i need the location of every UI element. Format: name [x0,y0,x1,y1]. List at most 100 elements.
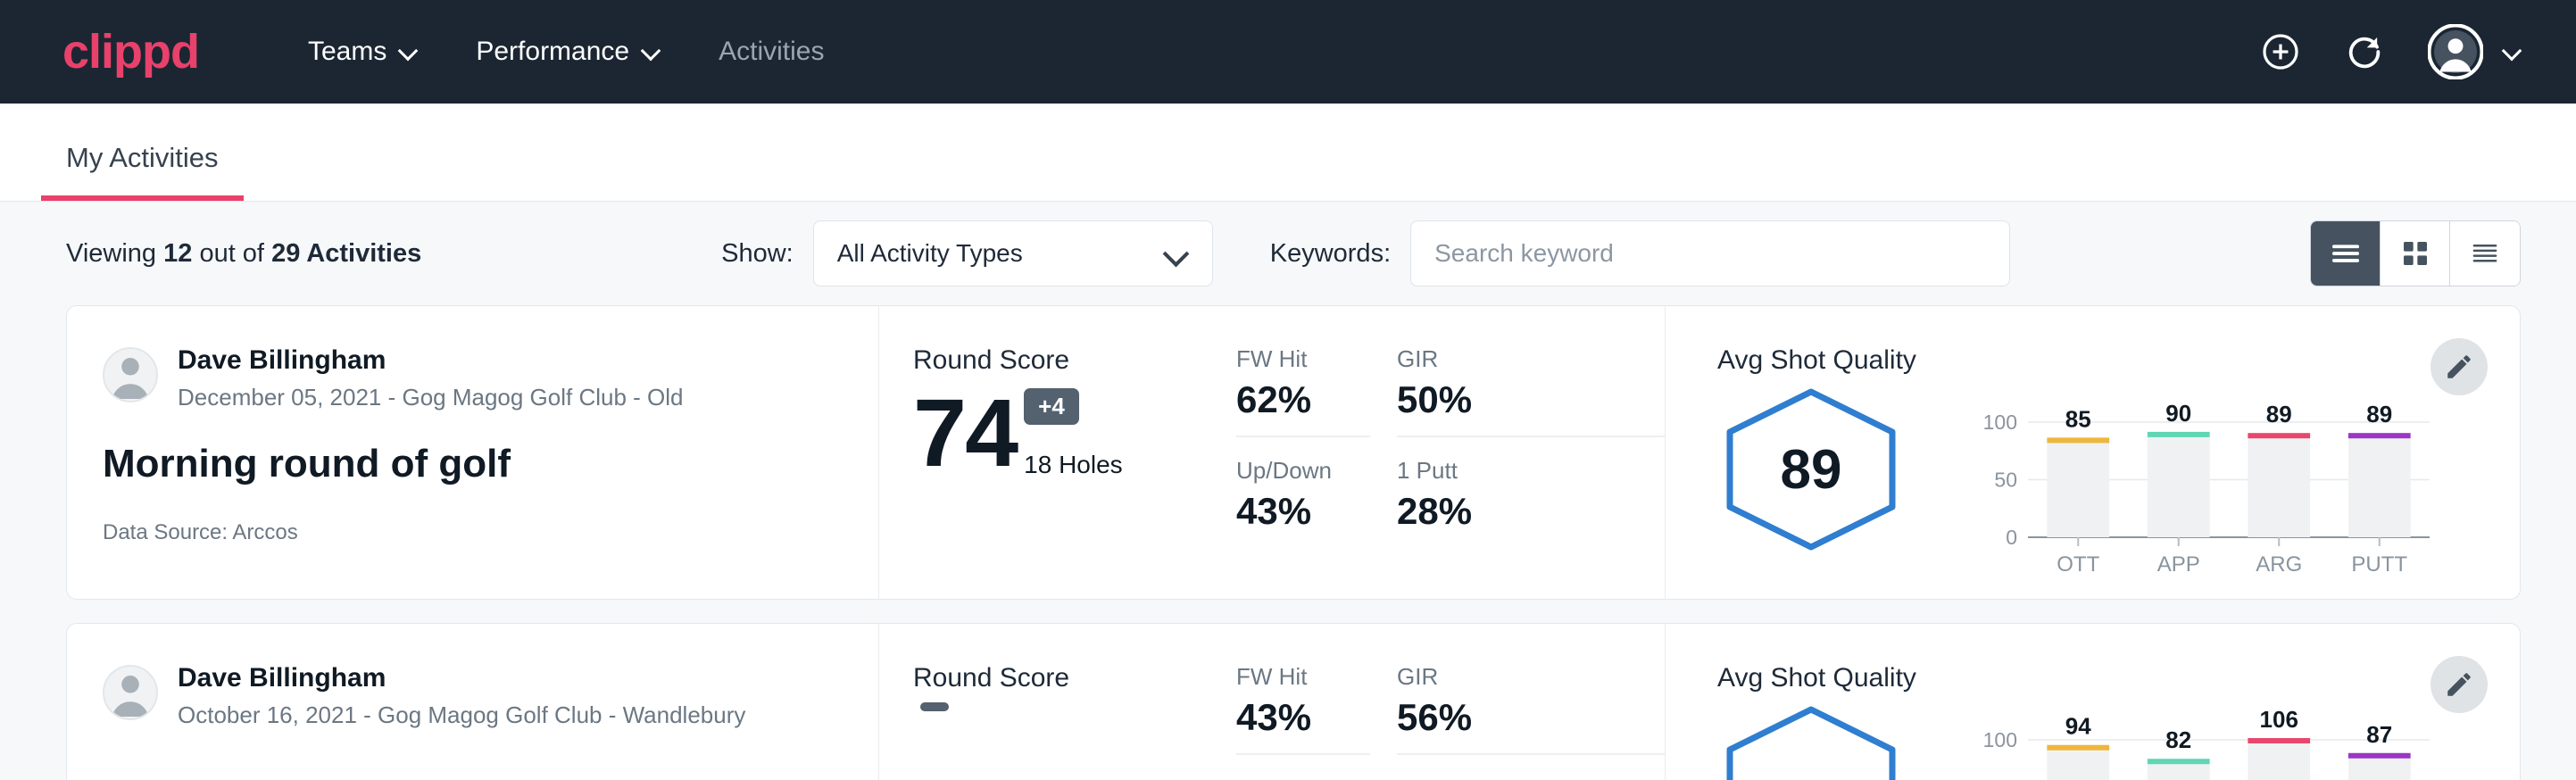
show-label: Show: [721,239,794,269]
round-stats-column: FW Hit 62% GIR 50% Up/Down 43% 1 Putt 28… [1236,306,1665,599]
chevron-down-icon [2503,42,2522,62]
activity-card-list: Dave Billingham December 05, 2021 - Gog … [0,305,2576,780]
shot-quality-bar-chart: 05010094OTT82APP106ARG87PUTT [1973,706,2437,780]
svg-text:100: 100 [1983,728,2017,751]
svg-text:89: 89 [2266,401,2292,427]
stat-up-down [1236,775,1370,780]
stat-value: 43% [1236,490,1370,533]
nav-item-activities[interactable]: Activities [690,28,852,76]
round-score-value-row [913,702,1236,780]
nav-item-activities-label: Activities [719,37,824,67]
shot-quality-bar-chart: 05010085OTT90APP89ARG89PUTT [1973,388,2437,585]
stat-gir: GIR 56% [1397,663,1665,755]
main-nav-links: Teams Performance Activities [279,28,852,76]
score-to-par-badge [920,702,949,711]
activity-meta: December 05, 2021 - Gog Magog Golf Club … [178,384,684,411]
holes-played: 18 Holes [1024,451,1123,479]
activity-card[interactable]: Dave Billingham October 16, 2021 - Gog M… [66,623,2521,780]
activity-info-column: Dave Billingham December 05, 2021 - Gog … [67,306,879,599]
edit-activity-button[interactable] [2431,656,2488,713]
stat-fw-hit: FW Hit 62% [1236,345,1370,437]
nav-actions [2260,24,2522,79]
activity-card[interactable]: Dave Billingham December 05, 2021 - Gog … [66,305,2521,600]
list-view-button[interactable] [2311,221,2381,286]
stat-up-down: Up/Down 43% [1236,457,1370,547]
chevron-down-icon [642,42,661,62]
svg-text:87: 87 [2366,721,2392,748]
svg-text:82: 82 [2165,726,2191,753]
round-score-label: Round Score [913,345,1236,376]
activity-author: Dave Billingham December 05, 2021 - Gog … [103,345,843,411]
activity-info-column: Dave Billingham October 16, 2021 - Gog M… [67,624,879,780]
search-input[interactable] [1410,220,2010,286]
nav-item-teams[interactable]: Teams [279,28,447,76]
author-name: Dave Billingham [178,663,745,693]
svg-text:50: 50 [1994,469,2017,492]
stat-value: 43% [1236,696,1370,739]
avg-shot-quality-column: Avg Shot Quality 05010094OTT82APP106ARG8… [1665,624,2520,780]
avatar [103,347,158,402]
avg-shot-quality-label: Avg Shot Quality [1717,345,2520,376]
round-score-value: 74 [913,385,1017,481]
viewing-prefix: Viewing [66,239,156,268]
pencil-icon [2444,352,2474,382]
activity-type-select[interactable]: All Activity Types [813,220,1213,286]
nav-item-performance-label: Performance [476,37,629,67]
stat-value: 62% [1236,378,1370,421]
compact-list-view-button[interactable] [2450,221,2520,286]
svg-text:106: 106 [2260,706,2298,733]
round-stats-column: FW Hit 43% GIR 56% [1236,624,1665,780]
avg-shot-quality-label: Avg Shot Quality [1717,663,2520,693]
avg-shot-quality-hexagon [1717,702,1905,780]
stat-one-putt: 1 Putt 28% [1397,457,1665,547]
app-logo[interactable]: clippd [62,28,199,76]
add-circle-icon[interactable] [2260,31,2301,72]
svg-text:100: 100 [1983,411,2017,434]
grid-view-button[interactable] [2381,221,2450,286]
top-navigation-bar: clippd Teams Performance Activities [0,0,2576,104]
round-score-label: Round Score [913,663,1236,693]
compact-list-view-icon [2467,236,2503,271]
activity-type-select-value: All Activity Types [837,239,1023,268]
avatar-icon [2428,24,2483,79]
svg-text:94: 94 [2065,713,2091,740]
svg-text:90: 90 [2165,400,2191,427]
stat-value: 50% [1397,378,1665,421]
chevron-down-icon [1166,242,1189,265]
stat-gir: GIR 50% [1397,345,1665,437]
avg-shot-quality-column: Avg Shot Quality 89 05010085OTT90APP89AR… [1665,306,2520,599]
score-to-par-badge: +4 [1024,388,1079,425]
viewing-summary: Viewing 12 out of 29 Activities [66,239,421,269]
stat-label: FW Hit [1236,663,1370,691]
stat-label: 1 Putt [1397,457,1665,485]
svg-text:OTT: OTT [2057,552,2099,577]
svg-text:0: 0 [2006,526,2017,549]
viewing-count: 12 [163,239,192,268]
view-mode-toggle-group [2310,220,2521,286]
stat-label: Up/Down [1236,457,1370,485]
pencil-icon [2444,669,2474,700]
round-score-column: Round Score 74 +4 18 Holes [879,306,1236,599]
user-menu[interactable] [2428,24,2522,79]
activity-title: Morning round of golf [103,442,843,486]
author-name: Dave Billingham [178,345,684,375]
stat-label: GIR [1397,663,1665,691]
activity-author: Dave Billingham October 16, 2021 - Gog M… [103,663,843,729]
avg-shot-quality-value: 89 [1717,385,1905,554]
viewing-middle: out of [199,239,264,268]
refresh-icon[interactable] [2344,31,2385,72]
stat-value: 56% [1397,696,1665,739]
edit-activity-button[interactable] [2431,338,2488,395]
filter-controls: Show: All Activity Types Keywords: [721,220,2010,286]
nav-item-performance[interactable]: Performance [447,28,690,76]
avg-shot-quality-value [1717,702,1905,780]
tab-my-activities[interactable]: My Activities [41,142,244,201]
stat-label: GIR [1397,345,1665,373]
tab-my-activities-label: My Activities [66,142,219,173]
list-view-icon [2328,236,2364,271]
filter-toolbar: Viewing 12 out of 29 Activities Show: Al… [0,202,2576,305]
activity-data-source: Data Source: Arccos [103,520,843,545]
nav-item-teams-label: Teams [308,37,386,67]
svg-text:89: 89 [2366,401,2392,427]
svg-text:85: 85 [2065,405,2091,432]
